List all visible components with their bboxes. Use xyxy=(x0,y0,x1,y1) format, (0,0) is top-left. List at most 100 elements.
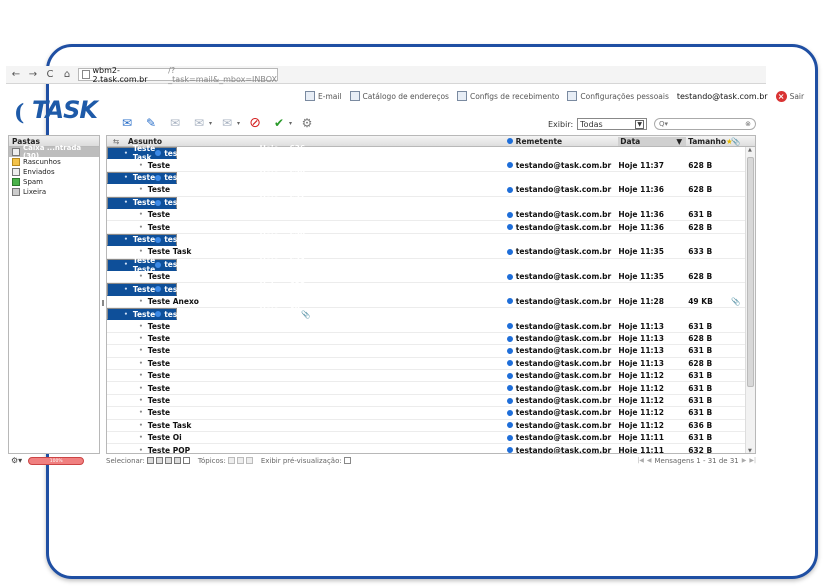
subject-cell[interactable]: • Teste xyxy=(125,161,507,170)
task-logo[interactable]: ( TASK xyxy=(14,94,104,128)
subject-cell[interactable]: • Teste xyxy=(110,198,155,207)
settings-gear-icon[interactable]: ⚙ xyxy=(298,114,316,132)
check-mail-icon[interactable]: ✉ xyxy=(118,114,136,132)
message-row[interactable]: • Teste Oi testando@task.com.br Hoje 11:11 6… xyxy=(107,432,755,445)
message-row[interactable]: • Teste Task testando@task.com.br Hoje 11:3… xyxy=(107,246,755,259)
folder-spam[interactable]: Spam xyxy=(9,177,99,187)
home-icon[interactable]: ⌂ xyxy=(60,68,74,82)
header-from[interactable]: Remetente xyxy=(506,137,619,146)
from-cell[interactable]: testando@task.com.br xyxy=(506,408,619,417)
subject-cell[interactable]: • Teste xyxy=(125,322,507,331)
first-page-icon[interactable]: |◀ xyxy=(637,457,644,464)
message-row[interactable]: • Teste testando@task.com.br Hoje 11:36 631 … xyxy=(107,194,305,212)
message-row[interactable]: • Teste testando@task.com.br Hoje 11:36 628 … xyxy=(107,169,305,187)
subject-cell[interactable]: • Teste xyxy=(125,371,507,380)
collapse-threads-icon[interactable] xyxy=(236,457,244,464)
from-cell[interactable]: testando@task.com.br xyxy=(506,297,619,306)
subject-cell[interactable]: • Teste xyxy=(125,210,507,219)
subject-cell[interactable]: • Teste xyxy=(110,235,155,244)
from-cell[interactable]: testando@task.com.br xyxy=(506,223,619,232)
message-row[interactable]: • Teste POP testando@task.com.br Hoje 11:11… xyxy=(107,444,755,453)
logout-button[interactable]: × Sair xyxy=(775,90,804,102)
from-cell[interactable]: testando@task.com.br xyxy=(155,198,260,207)
reply-icon[interactable]: ✉ xyxy=(166,114,184,132)
from-cell[interactable]: testando@task.com.br xyxy=(506,446,619,453)
filter-select[interactable]: Todas ▼ xyxy=(577,118,648,130)
reply-all-dropdown-icon[interactable]: ▾ xyxy=(209,120,212,127)
subject-cell[interactable]: • Teste Oi xyxy=(125,433,507,442)
message-row[interactable]: • Teste testando@task.com.br Hoje 11:12 631 … xyxy=(107,395,755,408)
message-row[interactable]: • Teste Teste testando@task.com.br Hoje 11:… xyxy=(107,256,305,274)
subject-cell[interactable]: • Teste xyxy=(110,285,155,294)
from-cell[interactable]: testando@task.com.br xyxy=(506,161,619,170)
url-field[interactable]: wbm2-2.task.com.br /?_task=mail&_mbox=IN… xyxy=(78,66,278,84)
message-row[interactable]: • Teste Anexo testando@task.com.br Hoje 11:… xyxy=(107,296,755,309)
subject-cell[interactable]: • Teste xyxy=(125,272,507,281)
delete-icon[interactable]: ⊘ xyxy=(246,114,264,132)
subject-cell[interactable]: • Teste xyxy=(125,185,507,194)
from-cell[interactable]: testando@task.com.br xyxy=(506,210,619,219)
subject-cell[interactable]: • Teste Teste xyxy=(110,256,155,274)
forward-dropdown-icon[interactable]: ▾ xyxy=(237,120,240,127)
from-cell[interactable]: testando@task.com.br xyxy=(506,433,619,442)
reload-icon[interactable]: C xyxy=(43,68,57,82)
message-row[interactable]: • Teste testando@task.com.br Hoje 11:13 631 … xyxy=(107,345,755,358)
subject-cell[interactable]: • Teste xyxy=(125,334,507,343)
from-cell[interactable]: testando@task.com.br xyxy=(506,272,619,281)
subject-cell[interactable]: • Teste Anexo xyxy=(125,297,507,306)
from-cell[interactable]: testando@task.com.br xyxy=(155,260,260,269)
message-row[interactable]: • Teste testando@task.com.br Hoje 11:13 631 … xyxy=(107,320,755,333)
message-row[interactable]: • Teste testando@task.com.br Hoje 11:35 628 … xyxy=(107,271,755,284)
from-cell[interactable]: testando@task.com.br xyxy=(506,421,619,430)
message-row[interactable]: • Teste testando@task.com.br Hoje 11:36 631 … xyxy=(107,209,755,222)
header-date[interactable]: Data ▼ xyxy=(618,136,687,146)
menu-personal-settings[interactable]: Configurações pessoais xyxy=(567,91,669,101)
subject-cell[interactable]: • Teste xyxy=(110,310,155,319)
from-cell[interactable]: testando@task.com.br xyxy=(155,235,260,244)
message-row[interactable]: • Teste Task testando@task.com.br Hoje 11:1… xyxy=(107,420,755,432)
back-icon[interactable]: ← xyxy=(9,68,23,82)
list-scrollbar[interactable]: ▲ ▼ xyxy=(745,147,755,453)
expand-unread-icon[interactable] xyxy=(245,457,253,464)
subject-cell[interactable]: • Teste xyxy=(125,396,507,405)
from-cell[interactable]: testando@task.com.br xyxy=(155,149,260,158)
subject-cell[interactable]: • Teste xyxy=(125,359,507,368)
from-cell[interactable]: testando@task.com.br xyxy=(155,285,260,294)
subject-cell[interactable]: • Teste POP xyxy=(125,446,507,453)
folder-options-icon[interactable]: ⚙▾ xyxy=(11,456,22,465)
subject-cell[interactable]: • Teste xyxy=(125,346,507,355)
from-cell[interactable]: testando@task.com.br xyxy=(506,371,619,380)
menu-addressbook[interactable]: Catálogo de endereços xyxy=(349,91,449,101)
message-row[interactable]: • Teste testando@task.com.br Hoje 11:13 628 … xyxy=(107,333,755,346)
preview-checkbox[interactable] xyxy=(343,457,351,464)
from-cell[interactable]: testando@task.com.br xyxy=(155,173,260,182)
message-row[interactable]: • Teste testando@task.com.br Hoje 11:36 628 … xyxy=(107,221,755,234)
header-size[interactable]: Tamanho ★ xyxy=(686,137,733,146)
from-cell[interactable]: testando@task.com.br xyxy=(155,310,260,319)
message-row[interactable]: • Teste testando@task.com.br Hoje 11:12 631 … xyxy=(107,370,755,383)
pane-splitter[interactable] xyxy=(102,300,104,306)
expand-threads-icon[interactable] xyxy=(227,457,235,464)
message-row[interactable]: • Teste testando@task.com.br Hoje 11:12 631 … xyxy=(107,407,755,420)
from-cell[interactable]: testando@task.com.br xyxy=(506,247,619,256)
forward-icon[interactable]: → xyxy=(26,68,40,82)
folder-sent[interactable]: Enviados xyxy=(9,167,99,177)
subject-cell[interactable]: • Teste xyxy=(125,408,507,417)
subject-cell[interactable]: • Teste xyxy=(125,223,507,232)
message-row[interactable]: • Teste testando@task.com.br Hoje 11:13 628 … xyxy=(107,358,755,371)
from-cell[interactable]: testando@task.com.br xyxy=(506,384,619,393)
menu-receive-settings[interactable]: Configs de recebimento xyxy=(456,91,559,101)
message-row[interactable]: • Teste testando@task.com.br Hoje 11:35 628 … xyxy=(107,231,305,249)
mark-dropdown-icon[interactable]: ▾ xyxy=(289,120,292,127)
from-cell[interactable]: testando@task.com.br xyxy=(506,322,619,331)
header-subject[interactable]: Assunto xyxy=(125,137,507,146)
search-input[interactable]: Q▾ ⊗ xyxy=(654,118,756,130)
subject-cell[interactable]: • Teste Task xyxy=(125,421,507,430)
last-page-icon[interactable]: ▶| xyxy=(749,457,756,464)
message-row[interactable]: • Teste testando@task.com.br Hoje 11:35 628 … xyxy=(107,281,305,299)
subject-cell[interactable]: • Teste Task xyxy=(110,144,155,162)
from-cell[interactable]: testando@task.com.br xyxy=(506,359,619,368)
forward-mail-icon[interactable]: ✉ xyxy=(218,114,236,132)
select-none-icon[interactable] xyxy=(182,457,190,464)
folder-inbox[interactable]: Caixa ...ntrada (30) xyxy=(9,144,99,160)
